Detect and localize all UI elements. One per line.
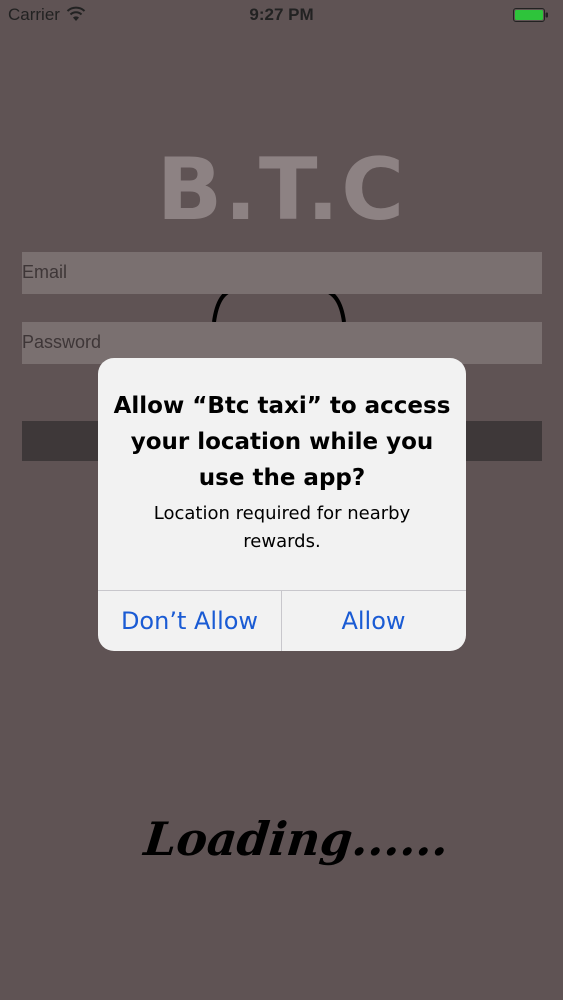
dont-allow-button[interactable]: Don’t Allow <box>98 591 281 651</box>
battery-icon <box>513 8 548 22</box>
app-logo: B.T.C <box>156 140 407 240</box>
status-bar: Carrier 9:27 PM <box>0 0 563 30</box>
status-time: 9:27 PM <box>249 5 314 24</box>
loading-text: Loading...... <box>141 812 452 866</box>
allow-button[interactable]: Allow <box>282 591 465 651</box>
location-permission-alert: Allow “Btc taxi” to access your location… <box>98 358 466 651</box>
email-field[interactable]: Email <box>22 252 542 294</box>
alert-message: Location required for nearby rewards. <box>153 503 411 552</box>
alert-title: Allow “Btc taxi” to access your location… <box>113 393 451 491</box>
